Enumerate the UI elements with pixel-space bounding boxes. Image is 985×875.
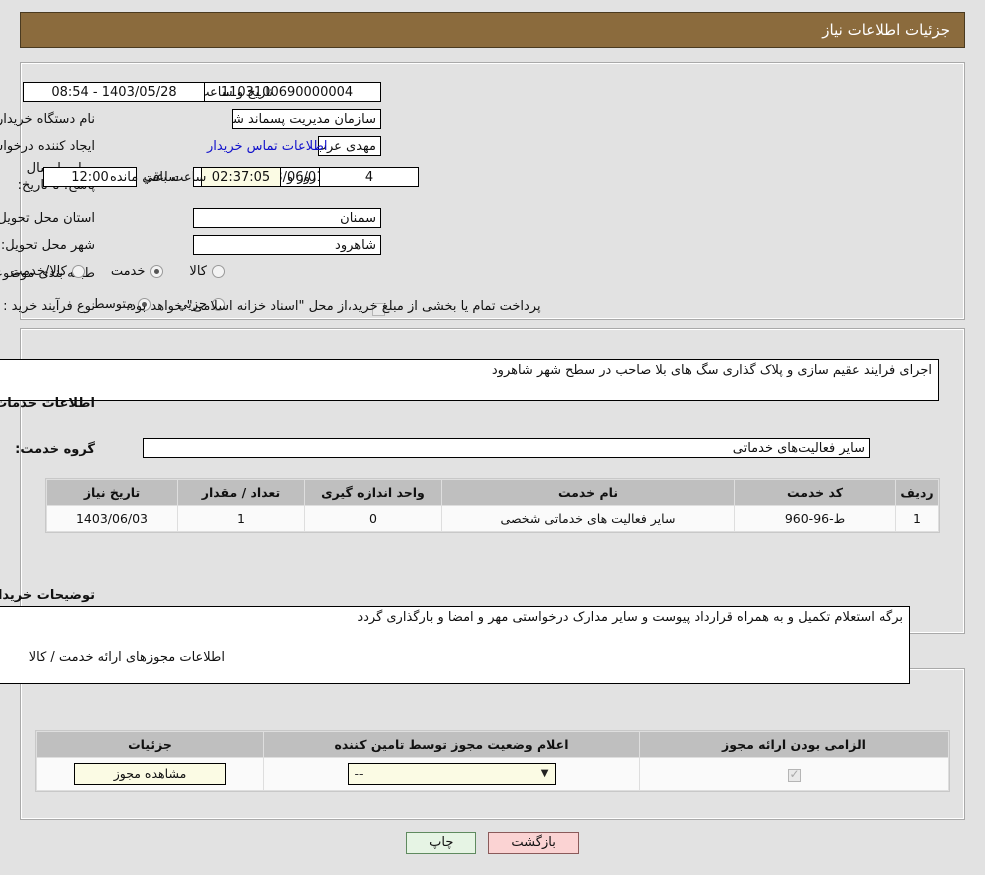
buyer-notes-text: برگه استعلام تکمیل و به همراه قرارداد پی… xyxy=(357,610,903,625)
cell-required xyxy=(640,758,949,791)
city-label: شهر محل تحویل: xyxy=(5,238,95,253)
services-table-header-row: ردیف کد خدمت نام خدمت واحد اندازه گیری ت… xyxy=(47,480,939,506)
page-header: جزئیات اطلاعات نیاز xyxy=(20,12,965,48)
page-title: جزئیات اطلاعات نیاز xyxy=(822,21,964,39)
buyer-org-value: سازمان مدیریت پسماند شهرداری شاهرود xyxy=(232,109,381,129)
th-row: ردیف xyxy=(896,480,939,506)
remaining-days-label: روز و xyxy=(287,170,316,185)
cell-need-date: 1403/06/03 xyxy=(47,506,178,532)
license-status-select[interactable]: ▼ -- xyxy=(348,763,556,785)
license-required-checkbox[interactable] xyxy=(788,769,801,782)
th-details: جزئیات xyxy=(37,732,264,758)
table-row: 1 ط-96-960 سایر فعالیت های خدماتی شخصی 0… xyxy=(47,506,939,532)
cell-service-name: سایر فعالیت های خدماتی شخصی xyxy=(442,506,735,532)
category-label-2: کالا/خدمت xyxy=(10,264,67,279)
license-status-value: -- xyxy=(355,764,364,784)
category-option-1[interactable]: خدمت xyxy=(111,264,164,279)
licenses-table-wrapper: الزامی بودن ارائه مجوز اعلام وضعیت مجوز … xyxy=(35,730,950,792)
cell-unit: 0 xyxy=(305,506,442,532)
th-unit: واحد اندازه گیری xyxy=(305,480,442,506)
category-label-0: کالا xyxy=(189,264,207,279)
remaining-clock-label: ساعت باقي مانده xyxy=(110,170,206,185)
category-option-2[interactable]: کالا/خدمت xyxy=(10,264,85,279)
table-row: ▼ -- مشاهده مجوز xyxy=(37,758,949,791)
footer-buttons: بازگشت چاپ xyxy=(0,832,985,854)
th-need-date: تاریخ نیاز xyxy=(47,480,178,506)
buyer-notes-textarea[interactable]: برگه استعلام تکمیل و به همراه قرارداد پی… xyxy=(0,606,910,684)
announce-datetime-value: 1403/05/28 - 08:54 xyxy=(23,82,205,102)
summary-textarea[interactable]: اجرای فرایند عقیم سازی و پلاک گذاری سگ ه… xyxy=(0,359,939,401)
th-status: اعلام وضعیت مجوز توسط تامین کننده xyxy=(264,732,640,758)
process-label: نوع فرآیند خرید : xyxy=(0,299,95,314)
category-radio-2[interactable] xyxy=(72,265,85,278)
creator-label: ایجاد کننده درخواست: xyxy=(5,139,95,154)
category-radio-group[interactable]: کالا خدمت کالا/خدمت xyxy=(10,264,225,279)
summary-text: اجرای فرایند عقیم سازی و پلاک گذاری سگ ه… xyxy=(492,363,932,378)
buyer-org-label: نام دستگاه خریدار: xyxy=(5,112,95,127)
cell-details: مشاهده مجوز xyxy=(37,758,264,791)
service-group-label: گروه خدمت: xyxy=(15,442,95,457)
buyer-contact-link[interactable]: اطلاعات تماس خریدار xyxy=(207,139,327,154)
category-radio-0[interactable] xyxy=(212,265,225,278)
category-label-1: خدمت xyxy=(111,264,146,279)
remaining-days-value: 4 xyxy=(319,167,419,187)
cell-row: 1 xyxy=(896,506,939,532)
view-license-button[interactable]: مشاهده مجوز xyxy=(74,763,226,785)
services-table: ردیف کد خدمت نام خدمت واحد اندازه گیری ت… xyxy=(46,479,939,532)
category-option-0[interactable]: کالا xyxy=(189,264,225,279)
treasury-checkbox-label: پرداخت تمام یا بخشی از مبلغ خرید،از محل … xyxy=(126,299,541,314)
print-button[interactable]: چاپ xyxy=(406,832,476,854)
category-radio-1[interactable] xyxy=(150,265,163,278)
remaining-clock-value: 02:37:05 xyxy=(201,167,281,187)
licenses-section-title: اطلاعات مجوزهای ارائه خدمت / کالا xyxy=(29,650,225,665)
buyer-notes-label: توضیحات خریدار: xyxy=(0,588,95,603)
th-service-name: نام خدمت xyxy=(442,480,735,506)
back-button[interactable]: بازگشت xyxy=(488,832,578,854)
cell-service-code: ط-96-960 xyxy=(735,506,896,532)
cell-quantity: 1 xyxy=(178,506,305,532)
chevron-down-icon: ▼ xyxy=(541,764,549,784)
services-section-title: اطلاعات خدمات مورد نیاز xyxy=(0,396,95,411)
province-label: استان محل تحویل: xyxy=(5,211,95,226)
city-value: شاهرود xyxy=(193,235,381,255)
province-value: سمنان xyxy=(193,208,381,228)
th-quantity: تعداد / مقدار xyxy=(178,480,305,506)
service-group-value: سایر فعالیت‌های خدماتی xyxy=(143,438,870,458)
cell-status: ▼ -- xyxy=(264,758,640,791)
services-table-wrapper: ردیف کد خدمت نام خدمت واحد اندازه گیری ت… xyxy=(45,478,940,533)
th-service-code: کد خدمت xyxy=(735,480,896,506)
licenses-table: الزامی بودن ارائه مجوز اعلام وضعیت مجوز … xyxy=(36,731,949,791)
th-required: الزامی بودن ارائه مجوز xyxy=(640,732,949,758)
licenses-table-header-row: الزامی بودن ارائه مجوز اعلام وضعیت مجوز … xyxy=(37,732,949,758)
